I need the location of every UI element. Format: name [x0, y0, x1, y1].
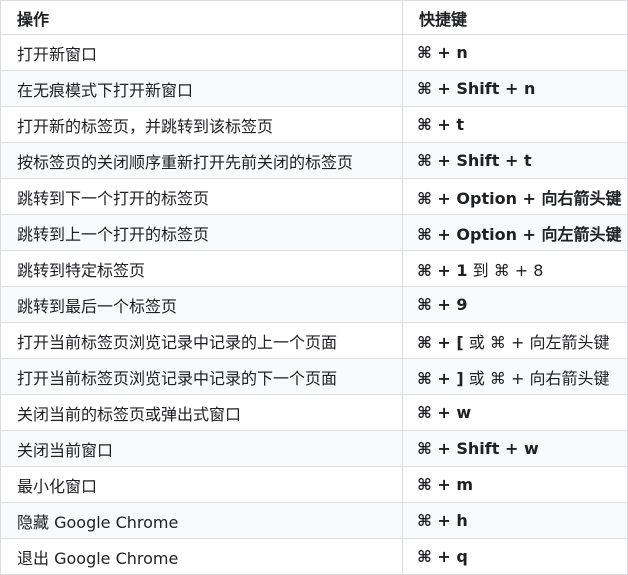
table-row: 打开新的标签页，并跳转到该标签页 ⌘ + t — [0, 106, 628, 143]
shortcut-keys: ⌘ + n — [417, 43, 468, 62]
shortcut-cell: ⌘ + m — [402, 466, 628, 503]
shortcut-keys: ⌘ + ] — [417, 368, 464, 388]
table-row: 跳转到特定标签页 ⌘ + 1 到 ⌘ + 8 — [0, 250, 628, 287]
action-cell: 跳转到最后一个标签页 — [0, 286, 403, 323]
action-cell: 退出 Google Chrome — [0, 538, 403, 575]
shortcut-cell: ⌘ + 1 到 ⌘ + 8 — [402, 250, 628, 287]
header-action: 操作 — [0, 0, 403, 35]
action-cell: 关闭当前的标签页或弹出式窗口 — [0, 394, 403, 431]
shortcut-cell: ⌘ + Shift + w — [402, 430, 628, 467]
action-cell: 按标签页的关闭顺序重新打开先前关闭的标签页 — [0, 142, 403, 179]
action-cell: 打开当前标签页浏览记录中记录的上一个页面 — [0, 322, 403, 359]
table-row: 最小化窗口 ⌘ + m — [0, 466, 628, 503]
shortcut-cell: ⌘ + t — [402, 106, 628, 143]
action-cell: 打开当前标签页浏览记录中记录的下一个页面 — [0, 358, 403, 395]
shortcut-keys: ⌘ + m — [417, 475, 474, 494]
shortcut-cell: ⌘ + h — [402, 502, 628, 539]
shortcut-cell: ⌘ + n — [402, 34, 628, 71]
table-row: 退出 Google Chrome ⌘ + q — [0, 538, 628, 575]
shortcut-cell: ⌘ + Option + 向右箭头键 — [402, 178, 628, 215]
action-cell: 隐藏 Google Chrome — [0, 502, 403, 539]
shortcut-cell: ⌘ + Shift + n — [402, 70, 628, 107]
table-row: 按标签页的关闭顺序重新打开先前关闭的标签页 ⌘ + Shift + t — [0, 142, 628, 179]
table-row: 打开当前标签页浏览记录中记录的上一个页面 ⌘ + [ 或 ⌘ + 向左箭头键 — [0, 322, 628, 359]
action-cell: 打开新的标签页，并跳转到该标签页 — [0, 106, 403, 143]
table-row: 关闭当前的标签页或弹出式窗口 ⌘ + w — [0, 394, 628, 431]
shortcut-keys: ⌘ + Option + 向右箭头键 — [417, 188, 622, 208]
table-row: 关闭当前窗口 ⌘ + Shift + w — [0, 430, 628, 467]
shortcut-alt-text: 或 ⌘ + 向左箭头键 — [463, 332, 610, 352]
shortcut-keys: ⌘ + q — [417, 547, 468, 566]
shortcut-keys: ⌘ + 9 — [417, 295, 468, 314]
table-row: 隐藏 Google Chrome ⌘ + h — [0, 502, 628, 539]
shortcut-keys: ⌘ + Option + 向左箭头键 — [417, 224, 622, 244]
shortcut-keys: ⌘ + [ — [417, 332, 464, 352]
table-row: 打开当前标签页浏览记录中记录的下一个页面 ⌘ + ] 或 ⌘ + 向右箭头键 — [0, 358, 628, 395]
shortcut-alt-text: 到 ⌘ + 8 — [467, 260, 544, 280]
table-row: 跳转到最后一个标签页 ⌘ + 9 — [0, 286, 628, 323]
table-row: 跳转到下一个打开的标签页 ⌘ + Option + 向右箭头键 — [0, 178, 628, 215]
action-cell: 在无痕模式下打开新窗口 — [0, 70, 403, 107]
shortcut-cell: ⌘ + Option + 向左箭头键 — [402, 214, 628, 251]
action-cell: 跳转到下一个打开的标签页 — [0, 178, 403, 215]
shortcut-cell: ⌘ + 9 — [402, 286, 628, 323]
shortcut-cell: ⌘ + [ 或 ⌘ + 向左箭头键 — [402, 322, 628, 359]
action-cell: 最小化窗口 — [0, 466, 403, 503]
table-row: 在无痕模式下打开新窗口 ⌘ + Shift + n — [0, 70, 628, 107]
shortcut-alt-text: 或 ⌘ + 向右箭头键 — [463, 368, 610, 388]
shortcut-cell: ⌘ + Shift + t — [402, 142, 628, 179]
shortcuts-table: 操作 快捷键 打开新窗口 ⌘ + n 在无痕模式下打开新窗口 ⌘ + Shift + … — [0, 0, 628, 575]
shortcut-keys: ⌘ + t — [417, 115, 465, 134]
shortcut-keys: ⌘ + Shift + n — [417, 79, 536, 98]
action-cell: 打开新窗口 — [0, 34, 403, 71]
action-cell: 跳转到上一个打开的标签页 — [0, 214, 403, 251]
shortcut-cell: ⌘ + ] 或 ⌘ + 向右箭头键 — [402, 358, 628, 395]
shortcut-keys: ⌘ + h — [417, 511, 468, 530]
shortcut-keys: ⌘ + w — [417, 403, 472, 422]
action-cell: 跳转到特定标签页 — [0, 250, 403, 287]
header-shortcut: 快捷键 — [402, 0, 628, 35]
shortcut-keys: ⌘ + Shift + t — [417, 151, 532, 170]
table-row: 跳转到上一个打开的标签页 ⌘ + Option + 向左箭头键 — [0, 214, 628, 251]
shortcut-keys: ⌘ + 1 — [417, 260, 468, 280]
shortcut-keys: ⌘ + Shift + w — [417, 439, 539, 458]
table-header-row: 操作 快捷键 — [0, 0, 628, 35]
shortcut-cell: ⌘ + w — [402, 394, 628, 431]
table-body: 打开新窗口 ⌘ + n 在无痕模式下打开新窗口 ⌘ + Shift + n 打开新的标签… — [0, 34, 628, 575]
action-cell: 关闭当前窗口 — [0, 430, 403, 467]
shortcut-cell: ⌘ + q — [402, 538, 628, 575]
table-row: 打开新窗口 ⌘ + n — [0, 34, 628, 71]
